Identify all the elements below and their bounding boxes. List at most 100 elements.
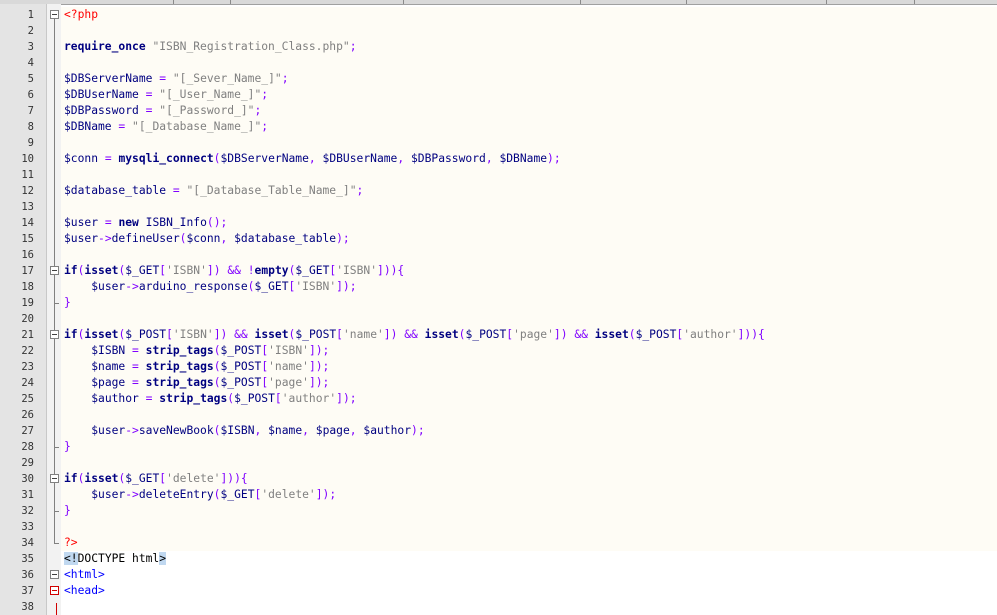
code-line[interactable]: $DBName = "[_Database_Name_]";: [64, 119, 268, 135]
code-token: strip_tags: [145, 344, 214, 357]
code-token: ]): [553, 328, 568, 341]
code-token: $page: [91, 376, 126, 389]
code-line[interactable]: <html>: [64, 567, 105, 583]
code-token: arduino_response: [138, 280, 248, 293]
code-token: $DBServerName: [220, 152, 309, 165]
code-line[interactable]: <head>: [64, 583, 105, 599]
line-number: 35: [21, 553, 34, 565]
code-line[interactable]: }: [64, 503, 71, 519]
php-line-background: [61, 135, 997, 151]
code-token: $user: [64, 232, 99, 245]
code-line[interactable]: $DBServerName = "[_Sever_Name_]";: [64, 71, 289, 87]
line-number: 33: [21, 521, 34, 533]
fold-toggle-icon[interactable]: [50, 570, 59, 579]
line-number: 28: [21, 441, 34, 453]
code-line[interactable]: $DBUserName = "[_User_Name_]";: [64, 87, 268, 103]
line-number: 18: [21, 281, 34, 293]
code-token: ;: [281, 72, 289, 85]
code-token: &&: [404, 328, 418, 341]
php-line-background: [61, 247, 997, 263]
code-token: <head>: [64, 584, 105, 597]
code-token: 'author': [683, 328, 738, 341]
fold-end-marker: [54, 303, 59, 304]
code-line[interactable]: <?php: [64, 7, 98, 23]
code-token: $page: [315, 424, 350, 437]
code-token: ,: [485, 152, 493, 165]
code-token: 'ISBN': [172, 328, 214, 341]
line-number: 17: [21, 265, 34, 277]
code-token: $user: [91, 424, 126, 437]
code-token: $DBName: [499, 152, 548, 165]
fold-toggle-icon[interactable]: [50, 10, 59, 19]
code-token: $DBPassword: [410, 152, 486, 165]
fold-toggle-icon[interactable]: [50, 474, 59, 483]
code-line[interactable]: <!DOCTYPE html>: [64, 551, 167, 567]
code-token: ]);: [315, 488, 337, 501]
fold-end-marker: [54, 511, 59, 512]
code-token: ;: [261, 88, 269, 101]
code-token: ISBN_Info: [145, 216, 207, 229]
code-token: (: [213, 376, 221, 389]
code-line[interactable]: if(isset($_GET['delete'])){: [64, 471, 248, 487]
code-line[interactable]: $user->defineUser($conn, $database_table…: [64, 231, 350, 247]
code-token: $name: [91, 360, 126, 373]
fold-toggle-icon[interactable]: [50, 330, 59, 339]
fold-toggle-icon[interactable]: [50, 586, 59, 595]
code-token: );: [336, 232, 350, 245]
code-token: 'ISBN': [295, 280, 337, 293]
code-token: isset: [84, 264, 119, 277]
code-token: &&: [227, 264, 241, 277]
code-token: $conn: [64, 152, 99, 165]
fold-guide-line: [54, 483, 55, 511]
code-token: ->: [125, 280, 139, 293]
code-token: isset: [424, 328, 459, 341]
code-line[interactable]: ?>: [64, 535, 78, 551]
code-line[interactable]: $DBPassword = "[_Password_]";: [64, 103, 261, 119]
code-line[interactable]: if(isset($_POST['ISBN']) && isset($_POST…: [64, 327, 765, 343]
code-token: 'name': [268, 360, 309, 373]
code-token: ;: [349, 40, 357, 53]
code-line[interactable]: $author = strip_tags($_POST['author']);: [64, 391, 356, 407]
code-token: $conn: [186, 232, 221, 245]
line-number: 16: [21, 249, 34, 261]
line-number: 24: [21, 377, 34, 389]
code-token: (: [628, 328, 636, 341]
code-token: [: [166, 328, 173, 341]
code-line[interactable]: require_once "ISBN_Registration_Class.ph…: [64, 39, 357, 55]
fold-toggle-icon[interactable]: [50, 266, 59, 275]
code-token: =: [132, 376, 139, 389]
code-line[interactable]: $user = new ISBN_Info();: [64, 215, 227, 231]
line-number: 2: [27, 25, 34, 37]
code-line[interactable]: $page = strip_tags($_POST['page']);: [64, 375, 329, 391]
code-token: }: [64, 296, 71, 309]
code-line[interactable]: $name = strip_tags($_POST['name']);: [64, 359, 329, 375]
code-line[interactable]: $user->arduino_response($_GET['ISBN']);: [64, 279, 356, 295]
line-number: 14: [21, 217, 34, 229]
code-token: ]);: [308, 376, 330, 389]
code-token: 'ISBN': [268, 344, 309, 357]
code-line[interactable]: $user->deleteEntry($_GET['delete']);: [64, 487, 336, 503]
code-line[interactable]: $ISBN = strip_tags($_POST['ISBN']);: [64, 343, 329, 359]
code-line[interactable]: if(isset($_GET['ISBN']) && !empty($_GET[…: [64, 263, 404, 279]
code-token: if: [64, 472, 78, 485]
code-token: ]);: [308, 344, 330, 357]
code-token: $_POST: [125, 328, 167, 341]
code-token: deleteEntry: [138, 488, 214, 501]
line-number: 3: [27, 41, 34, 53]
code-token: ->: [125, 488, 139, 501]
code-line[interactable]: $user->saveNewBook($ISBN, $name, $page, …: [64, 423, 424, 439]
code-token: );: [547, 152, 561, 165]
line-number: 11: [21, 169, 34, 181]
code-line[interactable]: $conn = mysqli_connect($DBServerName, $D…: [64, 151, 561, 167]
code-token: ,: [349, 424, 357, 437]
code-line[interactable]: $database_table = "[_Database_Table_Name…: [64, 183, 363, 199]
code-token: >: [159, 552, 167, 565]
code-line[interactable]: }: [64, 439, 71, 455]
code-line[interactable]: }: [64, 295, 71, 311]
code-token: [: [274, 392, 282, 405]
code-editor[interactable]: 1 <?php 2 3 require_once "ISBN_Registration_…: [0, 0, 997, 615]
